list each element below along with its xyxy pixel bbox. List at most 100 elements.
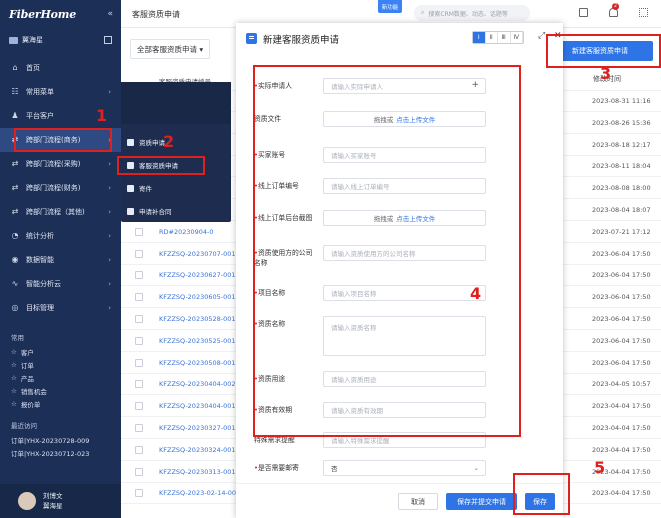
common-item-label: 销售机会 — [20, 387, 47, 396]
modified-time: 2023-04-04 17:50 — [592, 489, 651, 498]
view-selector[interactable]: 全部客服资质申请 ▾ — [130, 39, 211, 59]
chevron-right-icon: › — [108, 280, 111, 288]
nav-icon: ◔ — [11, 231, 19, 240]
row-checkbox[interactable] — [135, 489, 143, 498]
layout-option-1[interactable]: Ⅱ — [486, 32, 498, 43]
common-item[interactable]: ☆ 报价单 — [0, 397, 121, 410]
sidebar-item-7[interactable]: ◔ 统计分析 › — [0, 224, 121, 248]
row-checkbox[interactable] — [135, 445, 143, 454]
row-checkbox[interactable] — [135, 467, 143, 476]
sidebar-item-label: 平台客户 — [26, 112, 54, 120]
record-id-link[interactable]: KFZZSQ-20230404-002 — [159, 380, 236, 388]
record-id-link[interactable]: KFZZSQ-20230508-001 — [159, 359, 236, 367]
cancel-button[interactable]: 取消 — [398, 493, 438, 510]
record-id-link[interactable]: KFZZSQ-20230327-001 — [159, 424, 236, 432]
record-id-link[interactable]: KFZZSQ-20230605-001 — [159, 293, 236, 301]
row-checkbox[interactable] — [135, 358, 143, 367]
sidebar-item-1[interactable]: ☷ 常用菜单 › — [0, 80, 121, 104]
mail-required-select[interactable]: 否 ⌄ — [323, 460, 486, 476]
modified-time: 2023-08-18 12:17 — [592, 140, 651, 149]
record-id-link[interactable]: KFZZSQ-20230324-001 — [159, 446, 236, 454]
modified-time: 2023-06-04 17:50 — [592, 358, 651, 367]
notification-count-badge: 2 — [612, 3, 619, 10]
search-icon: ⌕ — [421, 9, 425, 16]
common-item[interactable]: ☆ 销售机会 — [0, 384, 121, 397]
layout-option-3[interactable]: Ⅳ — [511, 32, 523, 43]
recent-item[interactable]: 订单|YHX-20230712-023 — [0, 446, 121, 459]
modified-time: 2023-06-04 17:50 — [592, 293, 651, 302]
flyout-item-0[interactable]: 资质申请 — [127, 134, 165, 150]
row-checkbox[interactable] — [135, 249, 143, 258]
apps-grid-icon[interactable] — [639, 8, 648, 17]
annotation-number-4: 4 — [470, 284, 482, 303]
user-name: 刘博文 — [43, 492, 63, 500]
user-panel[interactable]: 刘博文 翼海星 — [0, 484, 121, 518]
sidebar-nav: ⌂ 首页 ☷ 常用菜单 › ♟ 平台客户 ⇄ 跨部门流程(商务) › ⇄ 跨部门流程(采购) › ⇄ 跨部门… — [0, 56, 121, 320]
common-item[interactable]: ☆ 订单 — [0, 358, 121, 371]
sidebar-item-0[interactable]: ⌂ 首页 — [0, 56, 121, 80]
chevron-right-icon: › — [108, 256, 111, 264]
notes-icon[interactable] — [579, 8, 588, 17]
save-and-submit-button[interactable]: 保存并提交申请 — [446, 493, 517, 510]
sidebar-item-10[interactable]: ◎ 目标管理 › — [0, 296, 121, 320]
star-icon: ☆ — [11, 373, 17, 382]
chevron-right-icon: › — [108, 208, 111, 216]
common-item[interactable]: ☆ 产品 — [0, 371, 121, 384]
layout-option-2[interactable]: Ⅲ — [498, 32, 511, 43]
record-id-link[interactable]: KFZZSQ-20230528-001 — [159, 315, 236, 323]
flyout-item-3[interactable]: 申请补合同 — [127, 203, 172, 219]
nav-icon: ⇄ — [11, 159, 19, 168]
global-search[interactable]: ⌕ 搜索CRM数据、动态、话题等 — [414, 5, 530, 21]
row-checkbox[interactable] — [135, 380, 143, 389]
row-checkbox[interactable] — [135, 402, 143, 411]
modified-time: 2023-06-04 17:50 — [592, 315, 651, 323]
app-grid-icon[interactable] — [104, 36, 112, 44]
common-item[interactable]: ☆ 客户 — [0, 345, 121, 358]
record-id-link[interactable]: RD#20230904-0 — [159, 228, 214, 236]
search-input[interactable]: 搜索CRM数据、动态、话题等 — [428, 9, 508, 18]
record-id-link[interactable]: KFZZSQ-20230404-001 — [159, 402, 236, 410]
common-item-label: 订单 — [20, 361, 34, 370]
layout-option-0[interactable]: Ⅰ — [473, 32, 486, 43]
new-feature-badge[interactable]: 新功能 — [378, 0, 402, 13]
row-checkbox[interactable] — [135, 293, 143, 302]
row-checkbox[interactable] — [135, 227, 143, 236]
modified-time: 2023-06-04 17:50 — [592, 336, 651, 345]
expand-icon[interactable]: ⤢ — [538, 31, 545, 41]
flyout-item-label: 申请补合同 — [139, 208, 172, 216]
column-layout-switcher[interactable]: ⅠⅡⅢⅣ — [472, 31, 524, 44]
recent-item-label: 订单|YHX-20230712-023 — [11, 449, 90, 458]
sidebar-item-5[interactable]: ⇄ 跨部门流程(财务) › — [0, 176, 121, 200]
sidebar-item-label: 首页 — [26, 64, 40, 72]
sidebar-item-6[interactable]: ⇄ 跨部门流程（其他) › — [0, 200, 121, 224]
nav-icon: ⌂ — [12, 63, 18, 72]
org-icon — [9, 36, 18, 44]
flyout-item-2[interactable]: 寄件 — [127, 180, 152, 196]
row-checkbox[interactable] — [135, 424, 143, 432]
row-checkbox[interactable] — [135, 315, 143, 323]
org-switcher[interactable]: 翼海星 — [5, 30, 116, 50]
recent-section-title: 最近访问 — [11, 422, 37, 430]
record-id-link[interactable]: KFZZSQ-20230313-001 — [159, 468, 236, 476]
row-checkbox[interactable] — [135, 336, 143, 345]
modified-time: 2023-08-08 18:00 — [592, 184, 651, 193]
sidebar-item-label: 统计分析 — [26, 232, 54, 240]
record-id-link[interactable]: KFZZSQ-20230525-001 — [159, 337, 236, 345]
sidebar-item-8[interactable]: ◉ 数据智能 › — [0, 248, 121, 272]
annotation-box-4 — [253, 65, 521, 437]
collapse-sidebar-icon[interactable]: « — [107, 9, 113, 19]
record-id-link[interactable]: KFZZSQ-20230627-001 — [159, 271, 236, 279]
nav-icon: ⇄ — [11, 207, 19, 216]
record-id-link[interactable]: KFZZSQ-20230707-001 — [159, 250, 236, 258]
row-checkbox[interactable] — [135, 271, 143, 280]
record-id-link[interactable]: KFZZSQ-2023-02-14-001 — [159, 489, 240, 497]
recent-item-label: 订单|YHX-20230728-009 — [11, 436, 90, 445]
chevron-right-icon: › — [108, 184, 111, 192]
recent-item[interactable]: 订单|YHX-20230728-009 — [0, 433, 121, 446]
sidebar-item-9[interactable]: ∿ 智能分析云 › — [0, 272, 121, 296]
org-name: 翼海星 — [22, 36, 43, 44]
chevron-down-icon: ⌄ — [473, 464, 479, 472]
sidebar-item-4[interactable]: ⇄ 跨部门流程(采购) › — [0, 152, 121, 176]
document-icon — [246, 33, 257, 44]
nav-icon: ∿ — [11, 279, 19, 288]
